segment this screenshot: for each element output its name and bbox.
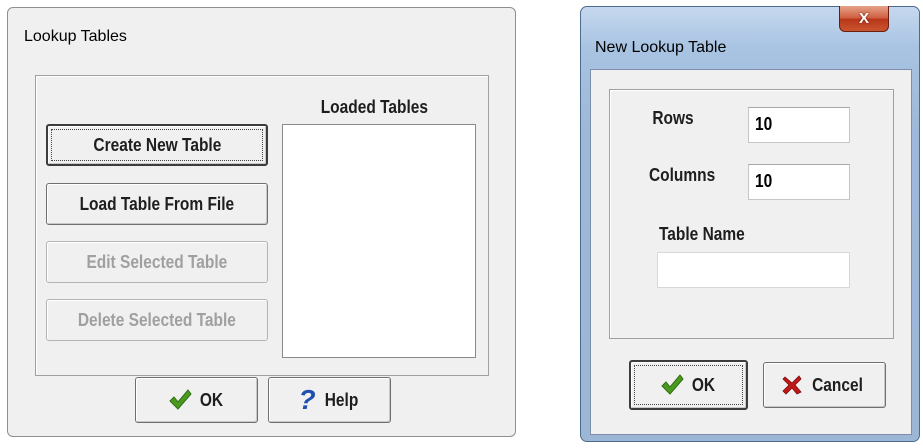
- close-button[interactable]: X: [839, 6, 889, 32]
- loaded-tables-list[interactable]: [282, 124, 476, 358]
- columns-field[interactable]: 10: [748, 164, 850, 200]
- create-new-table-button[interactable]: Create New Table: [46, 124, 268, 166]
- checkmark-icon: [168, 389, 192, 411]
- table-name-field[interactable]: [657, 252, 850, 288]
- columns-label: Columns: [649, 165, 716, 185]
- checkmark-icon: [660, 374, 684, 396]
- delete-selected-table-button[interactable]: Delete Selected Table: [46, 299, 268, 341]
- loaded-tables-label: Loaded Tables: [320, 97, 428, 117]
- rows-label: Rows: [652, 108, 694, 128]
- dialog-client-area: Rows 10 Columns 10 Table Name OK Cancel: [590, 69, 912, 435]
- cancel-button[interactable]: Cancel: [763, 362, 886, 408]
- table-name-label: Table Name: [659, 224, 745, 244]
- window-title: Lookup Tables: [24, 28, 127, 45]
- load-table-from-file-button[interactable]: Load Table From File: [46, 183, 268, 225]
- edit-selected-table-button[interactable]: Edit Selected Table: [46, 241, 268, 283]
- close-icon: X: [858, 10, 869, 27]
- ok-button[interactable]: OK: [135, 377, 258, 423]
- settings-panel: Rows 10 Columns 10 Table Name: [609, 89, 894, 339]
- rows-field[interactable]: 10: [748, 107, 850, 143]
- tables-panel: Loaded Tables Create New Table Load Tabl…: [35, 75, 489, 376]
- help-button[interactable]: ? Help: [268, 377, 391, 423]
- new-lookup-table-window: New Lookup Table X Rows 10 Columns 10 Ta…: [580, 6, 920, 442]
- window-title: New Lookup Table: [595, 39, 727, 56]
- ok-button[interactable]: OK: [629, 360, 748, 410]
- lookup-tables-window: Lookup Tables Loaded Tables Create New T…: [7, 7, 516, 437]
- x-mark-icon: [782, 375, 802, 395]
- question-mark-icon: ?: [298, 384, 316, 415]
